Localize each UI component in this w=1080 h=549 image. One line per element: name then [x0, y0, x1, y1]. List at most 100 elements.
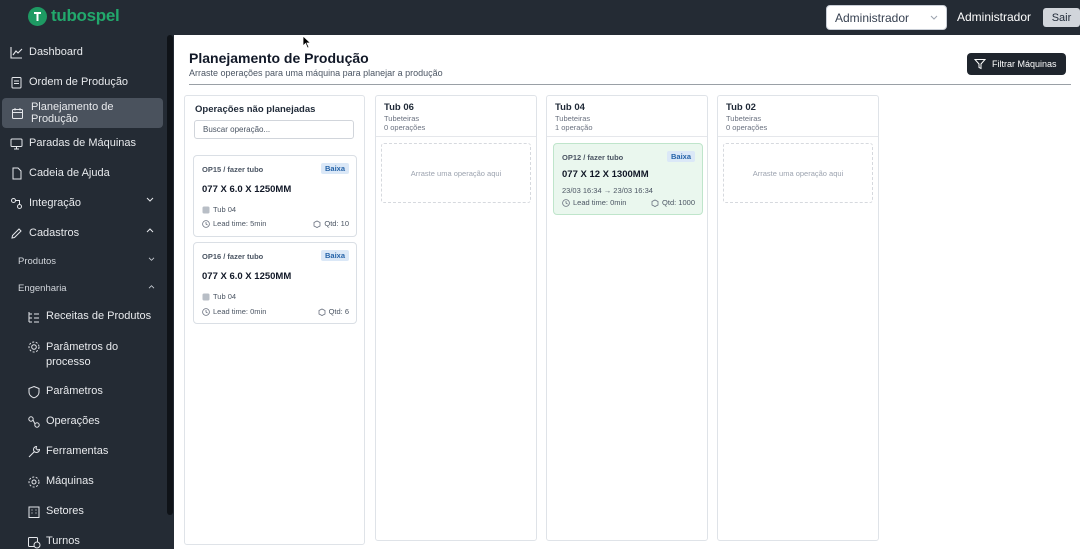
sidebar-subitem-engenharia[interactable]: Engenharia	[18, 283, 155, 294]
operation-count: 0 operações	[384, 123, 426, 132]
clipboard-icon	[9, 75, 23, 89]
sidebar-item-setores[interactable]: Setores	[27, 505, 163, 519]
machine-group: Tubeteiras	[726, 114, 762, 123]
operation-code: OP15 / fazer tubo	[202, 165, 264, 174]
box-icon	[318, 308, 325, 316]
machine-icon	[202, 206, 210, 213]
lead-time: Lead time: 0min	[213, 307, 267, 316]
machine-icon	[202, 293, 210, 300]
machine-name: Tub 04	[555, 102, 585, 113]
filter-machines-button[interactable]: Filtrar Máquinas	[967, 53, 1066, 75]
sidebar-item-dashboard[interactable]: Dashboard	[0, 37, 166, 67]
sidebar-item-parametros[interactable]: Parâmetros	[27, 385, 163, 399]
gear-icon	[27, 340, 41, 354]
sidebar-item-turnos[interactable]: Turnos	[27, 535, 163, 549]
sidebar-item-label: Operações	[46, 415, 100, 427]
machine-name: Tub 02	[726, 102, 756, 113]
operation-card[interactable]: OP16 / fazer tubo Baixa 077 X 6.0 X 1250…	[193, 242, 357, 324]
quantity: Qtd: 10	[324, 219, 349, 228]
lead-time-meta: Lead time: 0min	[202, 307, 266, 316]
sidebar-subitem-produtos[interactable]: Produtos	[18, 256, 155, 267]
sidebar-item-maquinas[interactable]: Máquinas	[27, 475, 163, 489]
machine-column-tub-06: Tub 06 Tubeteiras 0 operações Arraste um…	[375, 95, 537, 541]
machine-group: Tubeteiras	[384, 114, 420, 123]
pencil-icon	[9, 226, 23, 240]
machine-name: Tub 04	[213, 205, 237, 214]
role-select[interactable]: Administrador	[826, 5, 947, 30]
lead-time: Lead time: 0min	[573, 198, 627, 207]
sidebar-item-operacoes[interactable]: Operações	[27, 415, 163, 429]
wrench-icon	[27, 445, 41, 459]
sidebar: Dashboard Ordem de Produção Planejamento…	[0, 35, 166, 549]
chevron-up-icon	[148, 285, 155, 289]
sidebar-item-label: Parâmetros	[46, 385, 103, 397]
logo-mark-icon	[28, 6, 47, 26]
sidebar-subitem-label: Produtos	[18, 256, 57, 267]
monitor-icon	[9, 136, 23, 150]
lead-time-meta: Lead time: 0min	[562, 198, 626, 207]
sidebar-item-cadastros[interactable]: Cadastros	[0, 218, 166, 248]
operation-count: 1 operação	[555, 123, 593, 132]
operation-code: OP12 / fazer tubo	[562, 153, 624, 162]
sidebar-item-label: Receitas de Produtos	[46, 310, 152, 322]
column-divider	[718, 136, 878, 137]
chevron-down-icon	[148, 257, 155, 261]
planned-operation-card[interactable]: OP12 / fazer tubo Baixa 077 X 12 X 1300M…	[553, 143, 703, 215]
sidebar-item-ordem-de-producao[interactable]: Ordem de Produção	[0, 67, 166, 97]
scrollbar-thumb[interactable]	[167, 35, 173, 515]
sidebar-item-paradas[interactable]: Paradas de Máquinas	[0, 128, 166, 158]
chevron-up-icon	[146, 228, 154, 233]
integration-icon	[9, 196, 23, 210]
drop-zone[interactable]: Arraste uma operação aqui	[381, 143, 531, 203]
priority-badge: Baixa	[666, 151, 695, 162]
sidebar-subitem-label: Engenharia	[18, 283, 67, 294]
machine-meta: Tub 04	[202, 205, 236, 214]
sidebar-item-label: Cadeia de Ajuda	[29, 167, 110, 179]
sidebar-scrollbar[interactable]	[166, 35, 174, 549]
document-icon	[9, 166, 23, 180]
sidebar-item-cadeia-de-ajuda[interactable]: Cadeia de Ajuda	[0, 158, 166, 188]
sidebar-item-planejamento[interactable]: Planejamento de Produção	[2, 98, 163, 128]
chevron-down-icon	[930, 15, 938, 20]
machine-group: Tubeteiras	[555, 114, 591, 123]
lead-time-meta: Lead time: 5min	[202, 219, 266, 228]
sidebar-item-label: Ferramentas	[46, 445, 109, 457]
shield-icon	[27, 385, 41, 399]
divider	[189, 84, 1071, 85]
machine-meta: Tub 04	[202, 292, 236, 301]
sidebar-item-label: Dashboard	[29, 46, 83, 58]
operations-icon	[27, 415, 41, 429]
sidebar-item-label: Ordem de Produção	[29, 76, 129, 88]
operation-count: 0 operações	[726, 123, 768, 132]
sidebar-item-ferramentas[interactable]: Ferramentas	[27, 445, 163, 459]
clock-icon	[562, 198, 570, 207]
top-bar: tubospel Administrador Administrador Sai…	[0, 0, 1080, 35]
sidebar-item-label: Paradas de Máquinas	[29, 137, 137, 149]
sidebar-item-integracao[interactable]: Integração	[0, 188, 166, 218]
operation-card[interactable]: OP15 / fazer tubo Baixa 077 X 6.0 X 1250…	[193, 155, 357, 237]
column-title: Operações não planejadas	[195, 104, 316, 115]
lead-time: Lead time: 5min	[213, 219, 267, 228]
chart-line-icon	[9, 45, 23, 59]
sidebar-item-label: Parâmetros do processo	[46, 341, 119, 368]
cog-icon	[27, 475, 41, 489]
sidebar-item-receitas[interactable]: Receitas de Produtos	[27, 310, 163, 324]
sidebar-item-label: Turnos	[46, 535, 80, 547]
box-icon	[651, 199, 659, 207]
clock-icon	[202, 307, 210, 316]
machine-column-tub-02: Tub 02 Tubeteiras 0 operações Arraste um…	[717, 95, 879, 541]
user-name: Administrador	[957, 10, 1032, 24]
logout-button[interactable]: Sair	[1043, 8, 1080, 27]
unplanned-column: Operações não planejadas Buscar operação…	[184, 95, 365, 545]
operation-code: OP16 / fazer tubo	[202, 252, 264, 261]
search-input[interactable]: Buscar operação...	[194, 120, 354, 139]
product-name: 077 X 6.0 X 1250MM	[202, 184, 292, 195]
sidebar-item-parametros-processo[interactable]: Parâmetros do processo	[27, 340, 163, 370]
role-select-value: Administrador	[835, 10, 910, 25]
building-icon	[27, 505, 41, 519]
box-icon	[313, 220, 321, 228]
calendar-icon	[11, 106, 25, 120]
sidebar-item-label: Integração	[29, 197, 81, 209]
drop-zone[interactable]: Arraste uma operação aqui	[723, 143, 873, 203]
filter-icon	[974, 59, 986, 70]
